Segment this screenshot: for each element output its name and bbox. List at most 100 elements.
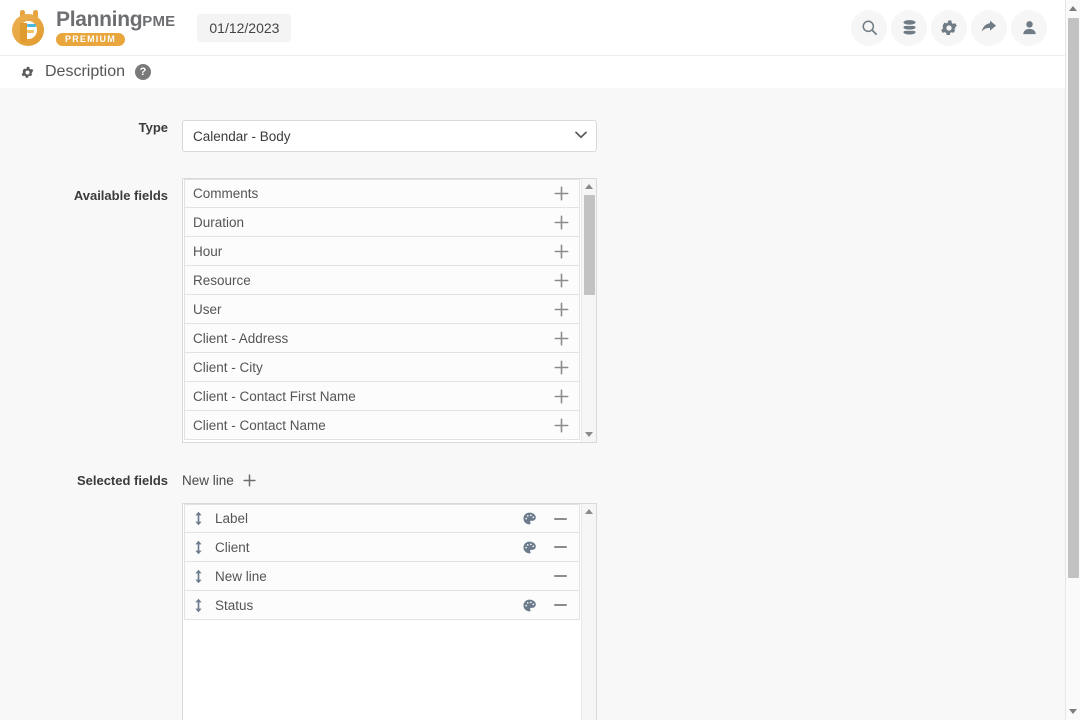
scroll-up-arrow-icon[interactable] (585, 184, 593, 189)
color-palette-button[interactable] (519, 537, 539, 557)
header-actions (851, 9, 1065, 46)
add-field-button[interactable] (551, 270, 571, 290)
selected-field-row[interactable]: New line (184, 562, 580, 591)
available-fields-scrollbar[interactable] (581, 179, 596, 442)
palette-icon (522, 599, 536, 611)
available-field-row[interactable]: Client - Contact First Name (184, 382, 580, 411)
date-field[interactable]: 01/12/2023 (197, 13, 292, 42)
add-field-button[interactable] (551, 212, 571, 232)
search-icon (861, 20, 877, 35)
app-root: PlanningPME PREMIUM 01/12/2023 Descripti… (0, 0, 1080, 720)
add-field-button[interactable] (551, 184, 571, 204)
minus-icon (553, 575, 567, 577)
selected-fields-scrollbar[interactable] (581, 504, 596, 720)
drag-handle-icon[interactable] (191, 598, 205, 613)
available-field-row[interactable]: Client - Address (184, 324, 580, 353)
minus-icon (553, 546, 567, 548)
type-select-wrapper: Calendar - Body (182, 120, 597, 152)
minus-icon (553, 604, 567, 606)
available-fields-listbox[interactable]: Comments Duration Hour Resource User Client -… (182, 178, 597, 443)
plus-icon (554, 360, 568, 374)
plus-icon (554, 273, 568, 287)
available-field-row[interactable]: Duration (184, 208, 580, 237)
available-field-label: User (193, 301, 222, 317)
selected-field-label: Label (215, 511, 249, 526)
selected-field-label: Client (215, 539, 250, 555)
help-icon[interactable]: ? (135, 64, 152, 80)
database-icon (902, 20, 916, 35)
share-icon-button[interactable] (971, 9, 1007, 46)
browser-scrollbar-thumb[interactable] (1068, 18, 1079, 578)
page-viewport: PlanningPME PREMIUM 01/12/2023 Descripti… (0, 0, 1065, 720)
page-title: Description (45, 63, 126, 80)
top-header-bar: PlanningPME PREMIUM 01/12/2023 (0, 0, 1065, 56)
plus-icon (243, 473, 256, 487)
available-field-row[interactable]: Hour (184, 237, 580, 266)
selected-fields-rows: Label Client New line Status (183, 504, 581, 720)
remove-field-button[interactable] (549, 509, 571, 529)
available-field-label: Resource (193, 272, 251, 288)
remove-field-button[interactable] (549, 537, 571, 557)
scroll-up-arrow-icon[interactable] (585, 509, 593, 514)
content-area: Type Calendar - Body Available fields Co… (0, 88, 1065, 720)
remove-field-button[interactable] (549, 595, 571, 615)
available-fields-label: Available fields (73, 188, 168, 203)
selected-field-label: New line (215, 568, 267, 584)
add-field-button[interactable] (551, 299, 571, 319)
selected-field-label: Status (215, 597, 254, 613)
remove-field-button[interactable] (549, 566, 571, 586)
selected-field-row[interactable]: Label (184, 504, 580, 533)
available-field-label: Duration (193, 214, 245, 230)
available-field-row[interactable]: Comments (184, 179, 580, 208)
premium-badge: PREMIUM (56, 33, 125, 46)
type-select[interactable]: Calendar - Body (182, 120, 597, 152)
user-icon-button[interactable] (1011, 9, 1047, 46)
planningpme-logo-icon (12, 9, 48, 46)
add-field-button[interactable] (551, 357, 571, 377)
type-label: Type (138, 120, 168, 135)
drag-handle-icon[interactable] (191, 511, 205, 526)
available-field-row[interactable]: Client - Contact Name (184, 411, 580, 440)
palette-icon (522, 541, 536, 553)
selected-fields-row: Selected fields New line Label Client New … (0, 470, 1065, 720)
scrollbar-thumb[interactable] (584, 195, 595, 295)
gear-icon-button[interactable] (931, 9, 967, 46)
selected-fields-listbox[interactable]: Label Client New line Status (182, 503, 597, 720)
browser-scrollbar[interactable] (1065, 0, 1080, 720)
browser-scroll-down-arrow-icon[interactable] (1069, 709, 1077, 714)
brand-text: PlanningPME PREMIUM (56, 9, 175, 46)
drag-handle-icon[interactable] (191, 540, 205, 555)
brand-name-suffix: PME (142, 13, 176, 30)
add-field-button[interactable] (551, 386, 571, 406)
database-icon-button[interactable] (891, 9, 927, 46)
available-field-row[interactable]: User (184, 295, 580, 324)
available-field-row[interactable]: Client - City (184, 353, 580, 382)
user-icon (1022, 21, 1036, 35)
selected-fields-column: New line Label Client New line Status (182, 470, 597, 720)
available-field-label: Client - Contact First Name (193, 388, 356, 404)
available-field-label: Client - Contact Name (193, 417, 326, 433)
search-icon-button[interactable] (851, 9, 887, 46)
available-field-label: Comments (193, 186, 259, 201)
add-field-button[interactable] (551, 328, 571, 348)
new-line-button[interactable]: New line (182, 470, 597, 490)
available-fields-rows: Comments Duration Hour Resource User Client -… (183, 179, 581, 442)
color-palette-button[interactable] (519, 509, 539, 529)
add-field-button[interactable] (551, 241, 571, 261)
scroll-down-arrow-icon[interactable] (585, 432, 593, 437)
selected-field-row[interactable]: Client (184, 533, 580, 562)
minus-icon (553, 517, 567, 520)
available-field-label: Client - City (193, 359, 263, 375)
add-field-button[interactable] (551, 415, 571, 435)
available-fields-row: Available fields Comments Duration Hour Res… (0, 178, 1065, 443)
color-palette-button[interactable] (519, 595, 539, 615)
type-row: Type Calendar - Body (0, 120, 1065, 152)
browser-scroll-up-arrow-icon[interactable] (1069, 6, 1077, 11)
selected-field-row[interactable]: Status (184, 591, 580, 620)
brand-logo[interactable]: PlanningPME PREMIUM (12, 9, 175, 46)
available-field-row[interactable]: Resource (184, 266, 580, 295)
drag-handle-icon[interactable] (191, 569, 205, 584)
share-icon (981, 20, 996, 32)
gear-icon[interactable] (20, 65, 35, 80)
plus-icon (554, 418, 568, 432)
